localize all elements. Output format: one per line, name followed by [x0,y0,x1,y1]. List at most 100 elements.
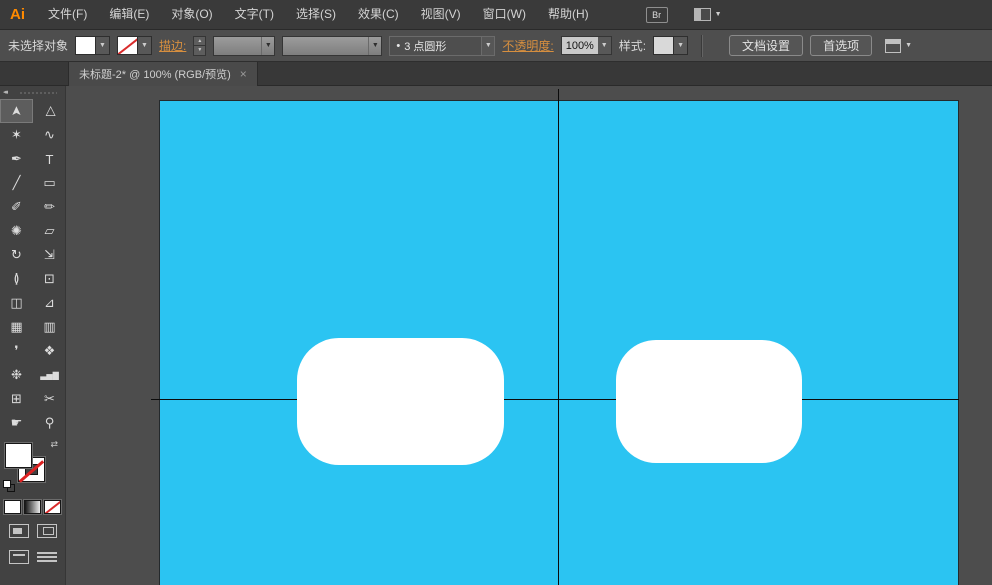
eyedropper-tool[interactable]: ❜ [0,339,33,363]
shape-builder-tool[interactable]: ◫ [0,291,33,315]
free-transform-icon: ⊡ [44,271,55,287]
magic-wand-tool[interactable]: ✶ [0,123,33,147]
draw-normal-mode-button[interactable] [9,524,29,538]
menu-help[interactable]: 帮助(H) [537,0,600,29]
none-slash-icon [44,501,61,514]
chevron-down-icon[interactable]: ▼ [368,37,381,55]
stroke-weight-stepper[interactable]: ▲ ▼ [193,36,206,56]
draw-behind-mode-button[interactable] [37,524,57,538]
stroke-panel-link[interactable]: 描边: [159,37,186,54]
lasso-tool[interactable]: ∿ [33,123,66,147]
eraser-icon: ▱ [45,223,55,239]
chevron-down-icon[interactable]: ▼ [138,37,151,54]
artboard[interactable] [160,101,958,585]
pencil-icon: ✏ [44,199,55,215]
style-swatch[interactable] [654,37,674,54]
hand-tool[interactable]: ☛ [0,411,33,435]
canvas-area[interactable] [66,86,992,585]
align-panel-button[interactable]: ▼ [885,39,912,53]
menu-window[interactable]: 窗口(W) [472,0,537,29]
separator [701,35,702,57]
swap-fill-stroke-icon[interactable]: ⇄ [50,439,58,450]
style-combo[interactable]: ▼ [653,36,688,55]
fill-indicator-swatch[interactable] [5,443,32,468]
blend-tool[interactable]: ❖ [33,339,66,363]
pen-icon: ✒ [11,151,22,167]
pen-tool[interactable]: ✒ [0,147,33,171]
stroke-color-combo[interactable]: ▼ [117,36,152,55]
symbol-sprayer-tool[interactable]: ❉ [0,363,33,387]
slice-tool[interactable]: ✂ [33,387,66,411]
scale-tool[interactable]: ⇲ [33,243,66,267]
color-button[interactable] [4,500,21,514]
shape-builder-icon: ◫ [10,295,22,311]
workspace-switcher[interactable]: ▼ [694,8,722,21]
paintbrush-tool[interactable]: ✐ [0,195,33,219]
stroke-weight-combo[interactable]: ▼ [213,36,275,56]
menu-select[interactable]: 选择(S) [285,0,347,29]
illustrator-logo: Ai [0,6,37,23]
gradient-tool[interactable]: ▥ [33,315,66,339]
collapse-panel-icon[interactable]: ◂◂ [3,88,6,96]
none-button[interactable] [44,500,61,514]
bridge-icon[interactable]: Br [646,7,668,23]
horizontal-path-line[interactable] [151,399,959,400]
fill-color-swatch[interactable] [76,37,96,54]
chevron-down-icon[interactable]: ▼ [261,37,274,55]
default-fill-stroke-icon[interactable] [3,480,11,488]
artboard-tool[interactable]: ⊞ [0,387,33,411]
gradient-icon: ▥ [43,319,55,335]
perspective-grid-tool[interactable]: ⊿ [33,291,66,315]
menu-effect[interactable]: 效果(C) [347,0,410,29]
workspace-layout-icon [694,8,711,21]
stroke-color-swatch-none[interactable] [118,37,138,54]
fill-color-combo[interactable]: ▼ [75,36,110,55]
type-tool[interactable]: T [33,147,66,171]
document-tab[interactable]: 未标题-2* @ 100% (RGB/预览) × [68,62,258,86]
opacity-panel-link[interactable]: 不透明度: [502,37,553,54]
blend-icon: ❖ [44,343,56,359]
selection-tool[interactable]: ➤ [0,99,33,123]
menu-edit[interactable]: 编辑(E) [98,0,160,29]
chevron-down-icon[interactable]: ▼ [96,37,109,54]
chevron-down-icon[interactable]: ▼ [674,37,687,54]
eraser-tool[interactable]: ▱ [33,219,66,243]
chevron-down-icon: ▼ [715,11,722,18]
opacity-value[interactable]: 100% [562,37,598,54]
close-icon[interactable]: × [240,68,247,80]
stepper-up-icon[interactable]: ▲ [194,37,205,47]
brush-definition-combo[interactable]: • 3 点圆形 ▼ [389,36,495,56]
document-setup-button[interactable]: 文档设置 [729,35,803,56]
preferences-button[interactable]: 首选项 [810,35,872,56]
vertical-path-line[interactable] [558,89,559,585]
screen-mode-button[interactable] [9,550,29,564]
rounded-rectangle-shape-left[interactable] [297,338,504,465]
free-transform-tool[interactable]: ⊡ [33,267,66,291]
width-tool[interactable]: ≬ [0,267,33,291]
panel-grip[interactable] [20,92,57,94]
none-slash-icon [118,37,138,54]
chevron-down-icon[interactable]: ▼ [598,37,611,54]
stepper-down-icon[interactable]: ▼ [194,46,205,55]
menu-type[interactable]: 文字(T) [224,0,285,29]
width-tool-icon: ≬ [13,271,19,287]
color-mode-row [0,500,65,514]
chevron-down-icon[interactable]: ▼ [481,37,494,55]
column-graph-tool[interactable]: ▃▅▇ [33,363,66,387]
direct-selection-tool[interactable]: ▷ [33,99,66,123]
pencil-tool[interactable]: ✏ [33,195,66,219]
gradient-button[interactable] [24,500,41,514]
toolbar-menu-button[interactable] [37,550,57,564]
rectangle-tool[interactable]: ▭ [33,171,66,195]
zoom-tool[interactable]: ⚲ [33,411,66,435]
menu-view[interactable]: 视图(V) [410,0,472,29]
menu-object[interactable]: 对象(O) [160,0,223,29]
menu-file[interactable]: 文件(F) [37,0,98,29]
blob-brush-tool[interactable]: ✺ [0,219,33,243]
line-segment-tool[interactable]: ╱ [0,171,33,195]
width-profile-combo[interactable]: ▼ [282,36,382,56]
rounded-rectangle-shape-right[interactable] [616,340,802,463]
mesh-tool[interactable]: ▦ [0,315,33,339]
opacity-combo[interactable]: 100% ▼ [561,36,612,55]
rotate-tool[interactable]: ↻ [0,243,33,267]
